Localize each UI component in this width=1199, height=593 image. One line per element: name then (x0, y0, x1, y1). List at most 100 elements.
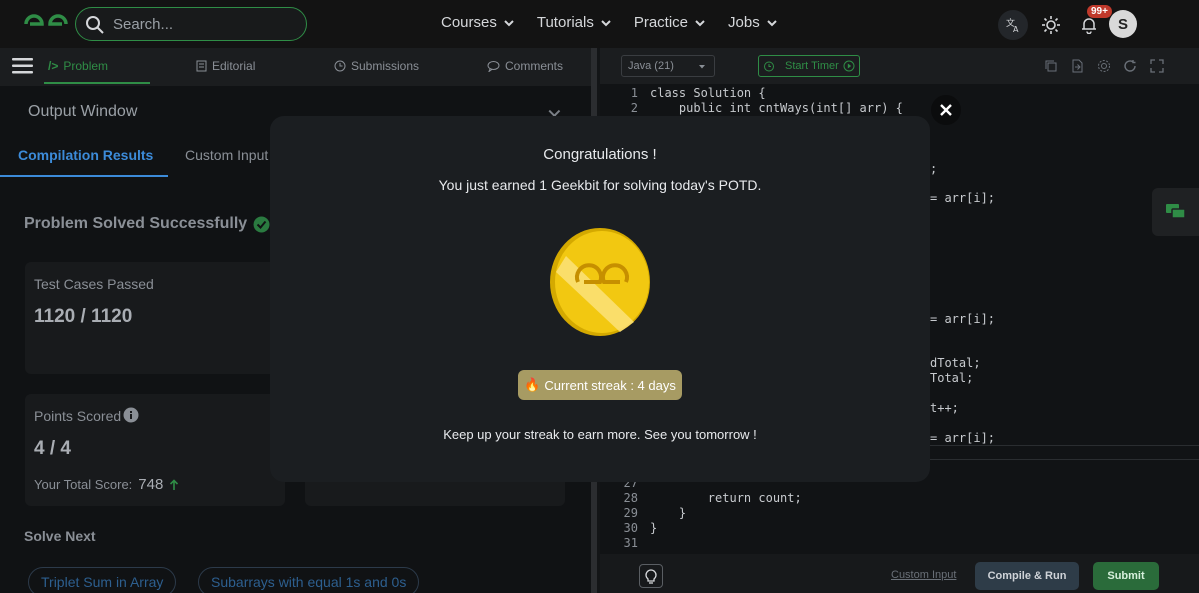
tab-custom-input[interactable]: Custom Input (185, 147, 268, 163)
code-fragment: = arr[i]; (930, 312, 996, 326)
clock-icon (334, 60, 346, 72)
avatar[interactable]: S (1109, 10, 1137, 38)
lightbulb-icon (645, 569, 657, 584)
compile-run-button[interactable]: Compile & Run (975, 562, 1079, 590)
tab-comments-label: Comments (505, 59, 564, 73)
line-number: 2 (630, 101, 638, 115)
test-cases-label: Test Cases Passed (34, 276, 154, 292)
custom-input-link[interactable]: Custom Input (891, 569, 956, 581)
gfg-logo-icon[interactable] (22, 12, 70, 36)
editor-toolbar: Java (21) Start Timer (600, 48, 1199, 84)
points-value: 4 / 4 (34, 438, 71, 459)
tab-comments[interactable]: Comments (487, 59, 563, 73)
document-icon (196, 60, 207, 72)
points-label: Points Scored (34, 408, 122, 424)
chat-icon (1165, 204, 1186, 219)
notification-badge: 99+ (1087, 5, 1112, 18)
translate-icon[interactable]: 文A (998, 10, 1028, 40)
nav-tutorials-label: Tutorials (536, 14, 594, 31)
chat-button[interactable] (1152, 188, 1199, 236)
line-number: 28 (623, 491, 638, 505)
code-line: public int cntWays(int[] arr) { (650, 101, 903, 115)
chevron-down-icon (504, 19, 514, 26)
chevron-down-icon (601, 19, 611, 26)
code-line: } (650, 506, 687, 520)
modal-title: Congratulations ! (543, 146, 657, 163)
import-file-icon[interactable] (1070, 59, 1084, 73)
reset-icon[interactable] (1123, 59, 1137, 73)
start-timer-button[interactable]: Start Timer (758, 55, 860, 77)
streak-text: Current streak : 4 days (544, 377, 676, 393)
language-select-value: Java (21) (628, 60, 674, 72)
caret-down-icon (699, 65, 705, 69)
code-line: return count; (650, 491, 802, 505)
search-input[interactable]: Search... (75, 7, 307, 41)
active-tab-indicator (44, 82, 150, 84)
chevron-down-icon (766, 19, 777, 26)
total-score: Your Total Score: 748 (34, 476, 179, 493)
modal-footer-text: Keep up your streak to earn more. See yo… (443, 427, 757, 442)
search-placeholder: Search... (113, 16, 174, 33)
search-icon (86, 16, 104, 34)
gear-icon[interactable] (1097, 59, 1111, 73)
total-score-label: Your Total Score: (34, 477, 133, 492)
congrats-modal: Congratulations ! You just earned 1 Geek… (270, 116, 930, 482)
editor-bottom-bar: Custom Input Compile & Run Submit (600, 554, 1199, 593)
tab-submissions-label: Submissions (351, 59, 420, 73)
nav-courses-label: Courses (441, 14, 497, 31)
test-cases-card: Test Cases Passed 1120 / 1120 (25, 262, 285, 374)
chevron-down-icon (695, 19, 705, 26)
modal-close-button[interactable] (931, 95, 961, 125)
nav-practice[interactable]: Practice (634, 14, 706, 31)
close-icon (940, 104, 952, 116)
submit-button[interactable]: Submit (1093, 562, 1159, 590)
tab-problem[interactable]: /> Problem (48, 59, 108, 73)
code-icon: /> (48, 59, 59, 73)
tab-problem-label: Problem (63, 59, 109, 73)
output-window-title: Output Window (28, 103, 138, 120)
nav-jobs[interactable]: Jobs (728, 14, 778, 31)
suggestion-pill[interactable]: Subarrays with equal 1s and 0s (198, 567, 420, 593)
code-fragment: ; (930, 162, 938, 176)
code-fragment: = arr[i]; (930, 191, 996, 205)
line-number: 1 (630, 86, 638, 100)
tab-submissions[interactable]: Submissions (334, 59, 419, 73)
tab-compilation-results[interactable]: Compilation Results (18, 147, 153, 163)
modal-subtitle: You just earned 1 Geekbit for solving to… (438, 177, 762, 193)
check-circle-icon (253, 216, 270, 232)
points-card: Points Scored 4 / 4 Your Total Score: 74… (25, 394, 285, 506)
comment-icon (487, 61, 500, 72)
menu-icon[interactable] (12, 57, 33, 75)
play-icon (843, 60, 855, 72)
nav-practice-label: Practice (633, 14, 689, 31)
suggestion-pill[interactable]: Triplet Sum in Array (28, 567, 177, 593)
code-fragment: dTotal; (930, 356, 981, 370)
line-number: 30 (623, 521, 638, 535)
tab-editorial-label: Editorial (212, 59, 256, 73)
svg-text:A: A (1013, 25, 1019, 33)
theme-toggle-icon[interactable] (1036, 10, 1066, 40)
problem-tabs-bar: /> Problem Editorial Submissions Comment… (0, 48, 596, 86)
arrow-up-icon (170, 478, 179, 490)
fire-icon: 🔥 (524, 377, 541, 392)
geekbit-coin-icon (550, 228, 650, 336)
top-navbar: Search... Courses Tutorials Practice Job… (0, 0, 1199, 48)
results-tab-indicator (0, 175, 168, 177)
nav-tutorials[interactable]: Tutorials (537, 14, 612, 31)
line-number: 29 (623, 506, 638, 520)
line-number: 31 (623, 536, 638, 550)
solve-next-heading: Solve Next (24, 528, 96, 544)
info-icon[interactable] (123, 407, 139, 423)
nav-courses[interactable]: Courses (441, 14, 515, 31)
alarm-icon (764, 61, 774, 72)
nav-jobs-label: Jobs (728, 14, 760, 31)
copy-icon[interactable] (1044, 59, 1058, 73)
test-cases-value: 1120 / 1120 (34, 306, 133, 327)
fullscreen-icon[interactable] (1150, 59, 1164, 73)
tab-editorial[interactable]: Editorial (196, 59, 255, 73)
solved-status: Problem Solved Successfully (24, 215, 270, 233)
start-timer-label: Start Timer (785, 60, 839, 72)
language-select[interactable]: Java (21) (621, 55, 715, 77)
hint-button[interactable] (639, 564, 663, 588)
streak-badge: 🔥 Current streak : 4 days (518, 370, 682, 400)
